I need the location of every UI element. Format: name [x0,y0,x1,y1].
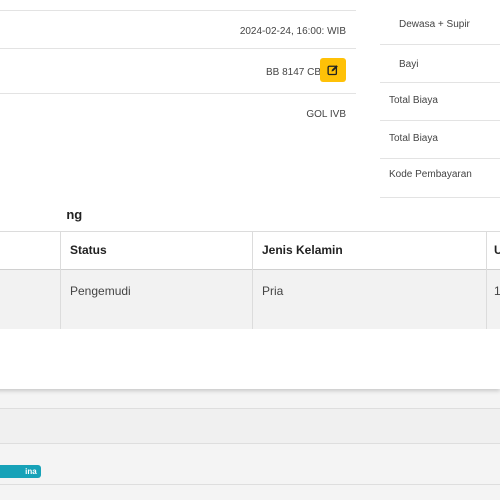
info-row-schedule: 2024-02-24, 16:00: WIB [0,10,356,48]
summary-row-payment-code: Kode Pembayaran [380,158,500,198]
cell-extra: 1 [494,284,500,298]
summary-label: Dewasa + Supir [399,19,470,30]
cell-gender: Pria [262,284,284,298]
info-row-vehicle-plate: BB 8147 CB [0,48,356,93]
passenger-table: Status Jenis Kelamin U Pengemudi Pria 1 [0,231,500,329]
summary-row-adult-driver: Dewasa + Supir [380,3,500,48]
summary-label: Total Biaya [389,133,438,144]
status-badge: Dinas Maritina [0,465,41,478]
summary-label: Kode Pembayaran [389,169,472,180]
summary-label: Bayi [399,59,419,70]
column-header-gender: Jenis Kelamin [262,243,343,257]
summary-row-infant: Bayi [380,44,500,82]
info-row-vehicle-class: GOL IVB [0,93,356,133]
edit-icon [327,65,338,76]
column-header-status: Status [70,243,107,257]
table-row [0,270,500,329]
edit-vehicle-button[interactable] [320,58,346,82]
column-header-extra: U [494,243,500,257]
schedule-value: 2024-02-24, 16:00: WIB [239,26,346,37]
summary-label: Total Biaya [389,95,438,106]
passenger-section-title: Data Penumpang [66,207,83,222]
summary-row-total-2: Total Biaya [380,120,500,158]
cell-status: Pengemudi [70,284,131,298]
summary-row-total: Total Biaya [380,82,500,120]
vehicle-class-value: GOL IVB [306,109,346,120]
lower-panel [0,408,500,443]
vehicle-plate-value: BB 8147 CB [265,67,321,78]
